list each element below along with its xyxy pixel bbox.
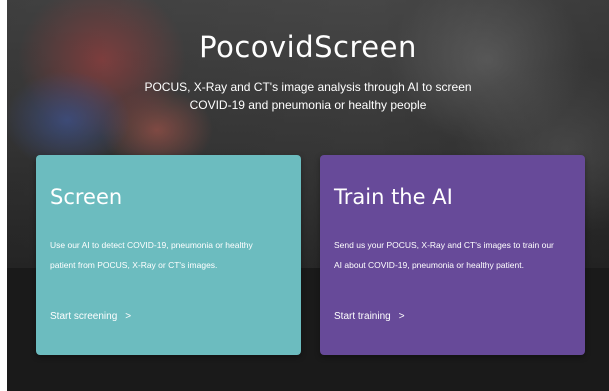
screen-card-description: Use our AI to detect COVID-19, pneumonia… [50, 235, 290, 275]
hero-subtitle-line-2: COVID-19 and pneumonia or healthy people [189, 98, 427, 112]
hero-subtitle: POCUS, X-Ray and CT's image analysis thr… [132, 78, 484, 114]
chevron-right-icon: > [125, 311, 132, 322]
screen-card-description-line-1: Use our AI to detect COVID-19, pneumonia… [50, 240, 253, 250]
start-screening-link[interactable]: Start screening > [50, 311, 131, 322]
chevron-right-icon: > [398, 311, 405, 322]
hero-subtitle-line-1: POCUS, X-Ray and CT's image analysis thr… [144, 80, 472, 94]
screen-card-description-line-2: patient from POCUS, X-Ray or CT's images… [50, 260, 218, 270]
screen-card[interactable]: Screen Use our AI to detect COVID-19, pn… [36, 155, 301, 355]
page-title: PocovidScreen [199, 30, 417, 64]
start-training-label: Start training [334, 311, 391, 322]
train-card-description-line-1: Send us your POCUS, X-Ray and CT's image… [334, 240, 554, 250]
start-screening-label: Start screening [50, 311, 118, 322]
train-card[interactable]: Train the AI Send us your POCUS, X-Ray a… [320, 155, 585, 355]
page-frame: PocovidScreen POCUS, X-Ray and CT's imag… [7, 0, 609, 391]
train-card-description: Send us your POCUS, X-Ray and CT's image… [334, 235, 574, 275]
screen-card-title: Screen [50, 185, 123, 209]
start-training-link[interactable]: Start training > [334, 311, 405, 322]
train-card-description-line-2: AI about COVID-19, pneumonia or healthy … [334, 260, 524, 270]
train-card-title: Train the AI [334, 185, 453, 209]
